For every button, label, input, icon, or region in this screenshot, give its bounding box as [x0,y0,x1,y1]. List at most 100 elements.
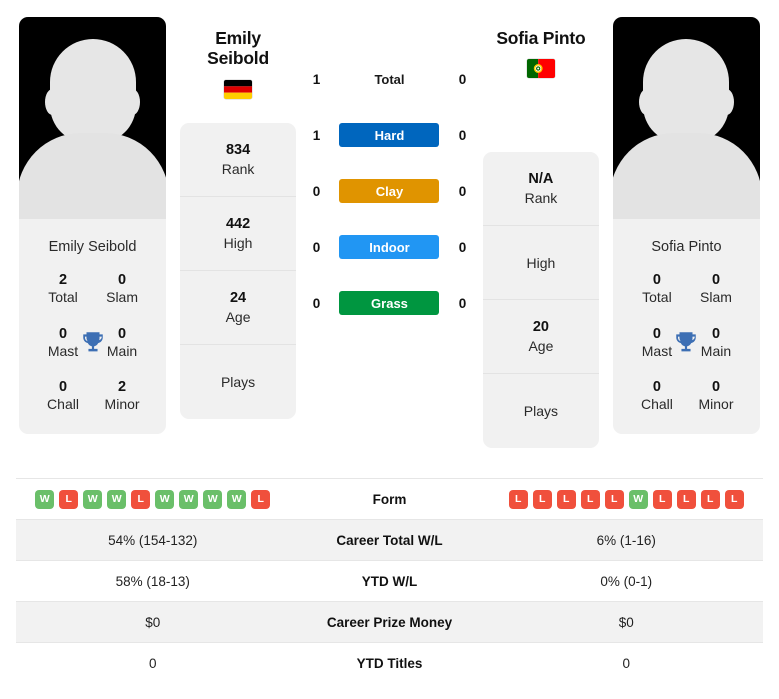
player-card-left[interactable]: Emily Seibold 2 Total 0 Slam 0 Mast 0 Ma… [19,17,167,434]
avatar-ear-left [638,89,654,115]
form-badge-loss[interactable]: L [652,489,672,509]
avatar-ear-right [718,89,734,115]
stat-chall-label-right: Chall [640,396,673,413]
player-card-right[interactable]: Sofia Pinto 0 Total 0 Slam 0 Mast 0 Main… [612,17,760,434]
form-badge-loss[interactable]: L [724,489,744,509]
comparison-header: Emily Seibold 2 Total 0 Slam 0 Mast 0 Ma… [0,0,779,478]
info-high-label-right: High [526,254,556,271]
table-row: W L W W L W W W W L Form L L L L L W L L L L [16,478,764,520]
table-row-label: YTD W/L [361,573,418,589]
info-cell-high-left: 442 High [180,197,297,271]
stat-slam-left: 0 Slam [98,271,146,307]
form-badge-win[interactable]: W [83,489,103,509]
info-plays-label-right: Plays [523,403,559,420]
form-badge-loss[interactable]: L [508,489,528,509]
form-badge-loss[interactable]: L [676,489,696,509]
table-row-label: Career Total W/L [336,532,443,548]
info-cell-rank-left: 834 Rank [180,123,297,197]
form-badge-win[interactable]: W [35,489,55,509]
titles-row-chall-minor-right: 0 Chall 0 Minor [621,378,752,414]
stat-minor-label-left: Minor [104,396,140,413]
surface-pill-grass[interactable]: Grass [339,291,440,315]
form-badge-loss[interactable]: L [604,489,624,509]
career_prize_money-left: $0 [145,614,161,630]
avatar-body [19,133,167,219]
table-row-label: Form [372,491,407,507]
surface-pill-clay[interactable]: Clay [339,179,440,203]
surface-pill-indoor[interactable]: Indoor [339,235,440,259]
stat-total-label-right: Total [642,289,672,306]
stat-minor-value-left: 2 [118,379,127,396]
table-row: 54% (154-132) Career Total W/L 6% (1-16) [16,519,763,561]
form-badge-loss[interactable]: L [580,489,600,509]
form-badge-win[interactable]: W [155,489,175,509]
table-row: $0 Career Prize Money $0 [16,601,763,643]
surface-comparison-column: 1 Total 0 1 Hard 0 0 Clay 0 0 Indoor 0 0 Grass 0 [300,65,479,317]
comparison-stats-table: W L W W L W W W W L Form L L L L L W L L L L 54% (154-132) Car… [16,478,763,684]
player-name-right[interactable]: Sofia Pinto [496,28,585,48]
form-badge-win[interactable]: W [628,489,648,509]
table-row: 0 YTD Titles 0 [16,642,763,684]
form-badge-loss[interactable]: L [700,489,720,509]
table-row-label: YTD Titles [356,655,423,671]
player-photo-right [612,17,760,219]
player-comparison-page: Emily Seibold 2 Total 0 Slam 0 Mast 0 Ma… [0,0,779,699]
form-strip-right: LLLLLWLLLL [490,489,764,509]
info-cell-age-right: 20 Age [482,300,599,375]
trophy-icon [676,332,697,352]
titles-row-total-slam-left: 2 Total 0 Slam [27,271,158,307]
surface-pill-hard[interactable]: Hard [339,123,440,147]
stat-slam-value-left: 0 [118,272,127,288]
info-age-label-right: Age [528,338,554,355]
stat-slam-value-right: 0 [711,272,721,288]
form-badge-loss[interactable]: L [59,489,79,509]
avatar-ear-right [125,89,141,115]
form-badge-win[interactable]: W [227,489,247,509]
player-photo-left [19,17,167,219]
info-plays-label-left: Plays [220,373,256,390]
surface-left-value-total: 1 [312,71,321,87]
surface-left-value-clay: 0 [312,183,321,199]
stat-minor-label-right: Minor [698,396,734,413]
info-rank-label-right: Rank [524,190,558,207]
stat-chall-value-right: 0 [652,379,661,396]
surface-pill-total[interactable]: Total [339,67,439,91]
form-badge-win[interactable]: W [107,489,127,509]
form-strip-left: WLWWLWWWWL [16,489,290,509]
ytd_titles-left: 0 [148,655,157,671]
titles-row-total-slam-right: 0 Total 0 Slam [621,271,752,307]
surface-row-indoor: 0 Indoor 0 [303,233,475,261]
stat-minor-left: 2 Minor [98,378,146,414]
player-name-line1-left: Emily [215,28,261,48]
info-age-value-right: 20 [532,319,549,336]
player-name-line1-right: Sofia Pinto [496,28,586,48]
stat-slam-label-left: Slam [106,289,139,306]
form-badge-win[interactable]: W [203,489,223,509]
surface-right-value-grass: 0 [458,295,467,311]
surface-left-value-hard: 1 [312,127,321,143]
surface-left-value-grass: 0 [312,295,321,311]
ytd_wl-left: 58% (18-13) [115,573,190,589]
titles-grid-left: 2 Total 0 Slam 0 Mast 0 Main 0 Chall 2 M… [19,271,166,434]
form-badge-loss[interactable]: L [532,489,552,509]
stat-total-right: 0 Total [633,271,681,307]
form-badge-loss[interactable]: L [251,489,271,509]
ytd_wl-right: 0% (0-1) [600,573,653,589]
player-photo-caption-right: Sofia Pinto [651,239,722,255]
form-badge-loss[interactable]: L [131,489,151,509]
stat-slam-label-right: Slam [700,289,732,306]
info-high-label-left: High [223,234,253,251]
form-badge-win[interactable]: W [179,489,199,509]
form-badge-loss[interactable]: L [556,489,576,509]
trophy-icon [82,332,103,352]
stat-chall-value-left: 0 [58,379,68,396]
portugal-flag-icon [526,59,555,79]
info-cell-plays-right: Plays [483,374,599,448]
info-cell-age-left: 24 Age [180,271,297,345]
ytd_titles-right: 0 [622,655,630,671]
surface-row-clay: 0 Clay 0 [303,177,475,205]
stat-total-value-right: 0 [652,272,661,288]
table-row: 58% (18-13) YTD W/L 0% (0-1) [16,560,763,602]
player-name-line2-left: Seibold [207,48,269,69]
player-name-left[interactable]: Emily Seibold [207,28,269,69]
